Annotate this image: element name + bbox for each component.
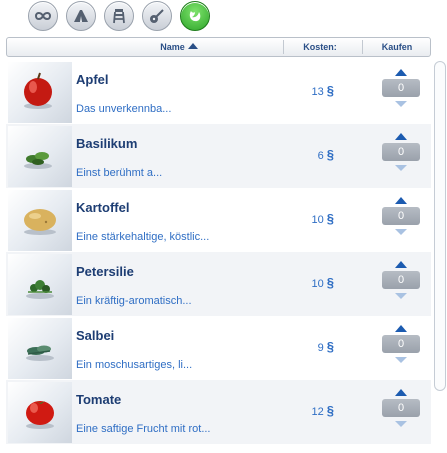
quantity-field[interactable]: 0 <box>382 79 420 97</box>
decrease-quantity-button[interactable] <box>395 101 407 107</box>
parsley-icon <box>26 280 54 299</box>
header-divider <box>362 40 363 54</box>
item-description: Einst berühmt a... <box>76 167 163 179</box>
item-price: 6 § <box>298 147 334 162</box>
increase-quantity-button[interactable] <box>395 389 407 396</box>
increase-quantity-button[interactable] <box>395 325 407 332</box>
item-name: Tomate <box>76 392 122 407</box>
cost-header-label: Kosten: <box>303 42 337 52</box>
decrease-quantity-button[interactable] <box>395 165 407 171</box>
tomato-icon <box>26 401 54 429</box>
item-price: 9 § <box>298 339 334 354</box>
quantity-field[interactable]: 0 <box>382 207 420 225</box>
item-thumbnail <box>8 190 72 251</box>
basil-icon <box>24 152 52 169</box>
simoleon-icon: § <box>326 275 334 290</box>
name-header-label: Name <box>160 42 185 52</box>
price-value: 10 <box>311 214 324 226</box>
increase-quantity-button[interactable] <box>395 197 407 204</box>
quantity-field[interactable]: 0 <box>382 271 420 289</box>
item-name: Kartoffel <box>76 200 130 215</box>
item-thumbnail <box>8 62 72 123</box>
item-name: Basilikum <box>76 136 138 151</box>
item-price: 10 § <box>298 211 334 226</box>
buy-column-header: Kaufen <box>364 38 430 56</box>
item-row: Salbei Ein moschusartiges, li... 9 § 0 <box>6 316 431 380</box>
item-price: 12 § <box>298 403 334 418</box>
simoleon-icon: § <box>326 147 334 162</box>
item-thumbnail <box>8 382 72 443</box>
cost-column-header[interactable]: Kosten: <box>285 38 355 56</box>
plant-leaf-icon <box>189 11 201 22</box>
lifeguard-chair-filter-button[interactable] <box>104 1 134 31</box>
item-description: Eine stärkehaltige, köstlic... <box>76 231 210 243</box>
potato-icon <box>24 209 56 235</box>
simoleon-icon: § <box>326 83 334 98</box>
tent-icon <box>74 10 88 22</box>
column-header: Name Kosten: Kaufen <box>6 37 431 57</box>
simoleon-icon: § <box>326 339 334 354</box>
price-value: 6 <box>317 150 324 162</box>
tent-filter-button[interactable] <box>66 1 96 31</box>
scrollbar[interactable] <box>434 61 446 391</box>
price-value: 9 <box>317 342 324 354</box>
item-name: Apfel <box>76 72 109 87</box>
item-name: Salbei <box>76 328 115 343</box>
price-value: 10 <box>311 278 324 290</box>
item-row: Tomate Eine saftige Frucht mit rot... 12… <box>6 380 431 444</box>
item-name: Petersilie <box>76 264 134 279</box>
infinity-icon <box>34 12 52 20</box>
quantity-field[interactable]: 0 <box>382 399 420 417</box>
infinity-filter-button[interactable] <box>28 1 58 31</box>
simoleon-icon: § <box>326 403 334 418</box>
quantity-field[interactable]: 0 <box>382 335 420 353</box>
category-filter-bar <box>0 0 447 34</box>
guitar-filter-button[interactable] <box>142 1 172 31</box>
item-row: Petersilie Ein kräftig-aromatisch... 10 §… <box>6 252 431 316</box>
item-row: Apfel Das unverkennba... 13 § 0 <box>6 60 431 124</box>
quantity-field[interactable]: 0 <box>382 143 420 161</box>
item-thumbnail <box>8 254 72 315</box>
price-value: 12 <box>311 406 324 418</box>
guitar-icon <box>150 9 164 23</box>
item-row: Kartoffel Eine stärkehaltige, köstlic...… <box>6 188 431 252</box>
header-divider <box>283 40 284 54</box>
lifeguard-chair-icon <box>113 9 125 24</box>
item-description: Eine saftige Frucht mit rot... <box>76 423 211 435</box>
decrease-quantity-button[interactable] <box>395 293 407 299</box>
apple-icon <box>24 72 52 109</box>
item-price: 10 § <box>298 275 334 290</box>
simoleon-icon: § <box>326 211 334 226</box>
item-thumbnail <box>8 318 72 379</box>
item-price: 13 § <box>298 83 334 98</box>
garden-filter-button[interactable] <box>180 1 210 31</box>
price-value: 13 <box>311 86 324 98</box>
sort-ascending-icon <box>187 43 198 49</box>
sage-icon <box>26 345 54 361</box>
item-thumbnail <box>8 126 72 187</box>
item-description: Das unverkennba... <box>76 103 172 115</box>
item-row: Basilikum Einst berühmt a... 6 § 0 <box>6 124 431 188</box>
increase-quantity-button[interactable] <box>395 69 407 76</box>
decrease-quantity-button[interactable] <box>395 421 407 427</box>
increase-quantity-button[interactable] <box>395 133 407 140</box>
name-column-header[interactable]: Name <box>79 38 279 56</box>
decrease-quantity-button[interactable] <box>395 357 407 363</box>
item-description: Ein moschusartiges, li... <box>76 359 193 371</box>
decrease-quantity-button[interactable] <box>395 229 407 235</box>
increase-quantity-button[interactable] <box>395 261 407 268</box>
item-description: Ein kräftig-aromatisch... <box>76 295 192 307</box>
buy-header-label: Kaufen <box>381 42 413 52</box>
